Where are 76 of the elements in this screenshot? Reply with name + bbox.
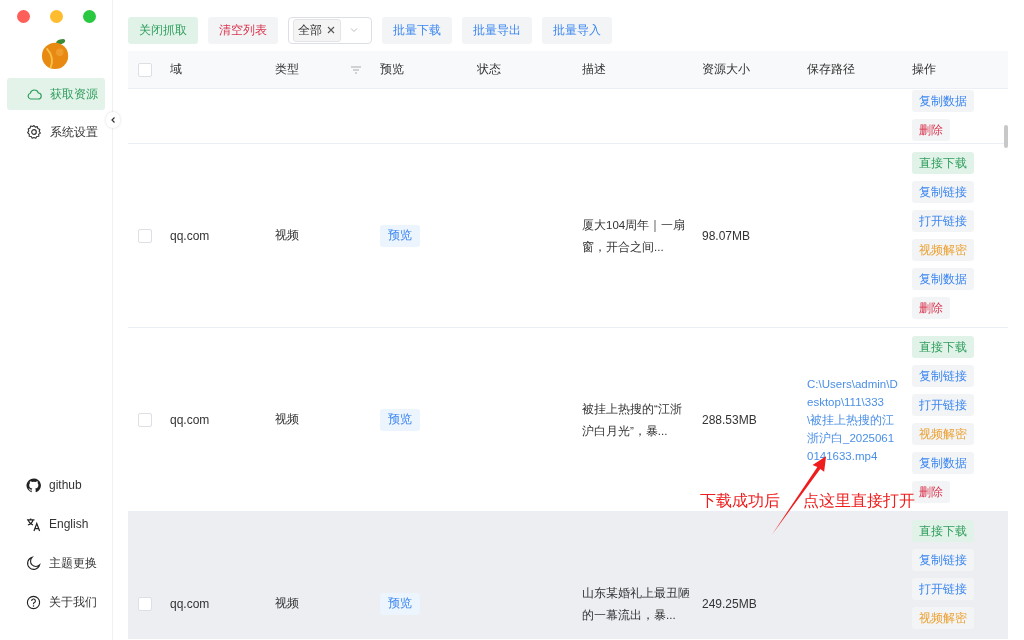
table-cell: 视频 [275, 227, 299, 244]
table-cell-text: 厦大104周年｜一扇窗，开合之间... [582, 217, 687, 255]
annotation-text: 下载成功后 [700, 491, 780, 511]
batch-button[interactable]: 批量下载 [382, 16, 452, 44]
column-header: 操作 [912, 61, 936, 78]
column-header: 描述 [582, 61, 606, 78]
preview-button[interactable]: 预览 [380, 408, 420, 431]
minimize-window-icon[interactable] [50, 10, 63, 23]
maximize-window-icon[interactable] [83, 10, 96, 23]
help-icon [26, 594, 41, 610]
checkbox[interactable] [138, 412, 152, 427]
preview-button[interactable]: 预览 [380, 224, 420, 247]
action-button[interactable]: 复制链接 [912, 181, 974, 203]
action-button[interactable]: 复制链接 [912, 549, 974, 571]
action-button[interactable]: 视频解密 [912, 423, 974, 445]
file-path-link[interactable]: C:\Users\admin\Desktop\111\333\被挂上热搜的江浙沪白_20250610141633.mp4 [807, 374, 899, 465]
table-cell-text: 山东某婚礼上最丑陋的一幕流出，暴... [582, 585, 691, 623]
action-button[interactable]: 复制链接 [912, 365, 974, 387]
action-button[interactable]: 直接下载 [912, 520, 974, 542]
column-header: 类型 [275, 61, 299, 78]
table-cell: qq.com [170, 228, 210, 243]
scrollbar-thumb[interactable] [1004, 125, 1008, 148]
action-button[interactable]: 复制数据 [912, 452, 974, 474]
action-button[interactable]: 视频解密 [912, 607, 974, 629]
translate-icon [26, 516, 41, 532]
action-button[interactable]: 复制数据 [912, 268, 974, 290]
column-header: 状态 [477, 61, 501, 78]
clear-button[interactable]: 清空列表 [208, 16, 278, 44]
column-header: 域 [170, 61, 182, 78]
sidebar-link[interactable]: English [26, 514, 112, 534]
table-cell: 288.53MB [702, 412, 757, 427]
close-window-icon[interactable] [17, 10, 30, 23]
table-cell: 98.07MB [702, 228, 751, 243]
table-cell: 249.25MB [702, 596, 757, 611]
table-cell: 视频 [275, 411, 299, 428]
cloud-icon [26, 86, 42, 102]
moon-icon [26, 555, 41, 571]
checkbox[interactable] [138, 62, 152, 77]
chevron-down-icon [349, 25, 359, 35]
checkbox[interactable] [138, 596, 152, 611]
table-cell: qq.com [170, 412, 210, 427]
sidebar-link[interactable]: 关于我们 [26, 592, 112, 612]
action-button[interactable]: 直接下载 [912, 336, 974, 358]
chevron-left-icon [109, 116, 117, 124]
filter-icon[interactable] [350, 64, 362, 75]
close-icon[interactable] [326, 25, 336, 35]
preview-button[interactable]: 预览 [380, 592, 420, 615]
sidebar-link[interactable]: 主题更换 [26, 553, 112, 573]
collapse-button[interactable] [106, 112, 120, 128]
capture-button[interactable]: 关闭抓取 [128, 16, 198, 44]
action-button[interactable]: 复制数据 [912, 90, 974, 112]
filter-tag: 全部 [293, 18, 341, 42]
filter-select[interactable]: 全部 [288, 16, 372, 44]
table-cell: qq.com [170, 596, 210, 611]
checkbox[interactable] [138, 228, 152, 243]
sidebar-item[interactable]: 系统设置 [7, 116, 105, 148]
action-button[interactable]: 打开链接 [912, 394, 974, 416]
action-button[interactable]: 直接下载 [912, 152, 974, 174]
delete-button[interactable]: 删除 [912, 119, 950, 141]
settings-icon [26, 124, 42, 140]
sidebar-item[interactable]: 获取资源 [7, 78, 105, 110]
delete-button[interactable]: 删除 [912, 297, 950, 319]
column-header: 预览 [380, 61, 404, 78]
batch-button[interactable]: 批量导入 [542, 16, 612, 44]
table-cell-text: 被挂上热搜的“江浙沪白月光”，暴... [582, 401, 683, 439]
fruit-logo-icon [41, 37, 71, 71]
github-icon [26, 477, 41, 493]
action-button[interactable]: 打开链接 [912, 578, 974, 600]
sidebar-link[interactable]: github [26, 475, 112, 495]
action-button[interactable]: 打开链接 [912, 210, 974, 232]
batch-button[interactable]: 批量导出 [462, 16, 532, 44]
column-header: 资源大小 [702, 61, 750, 78]
action-button[interactable]: 视频解密 [912, 239, 974, 261]
column-header: 保存路径 [807, 61, 855, 78]
table-cell: 视频 [275, 595, 299, 612]
annotation-text: 点这里直接打开 [803, 491, 915, 511]
